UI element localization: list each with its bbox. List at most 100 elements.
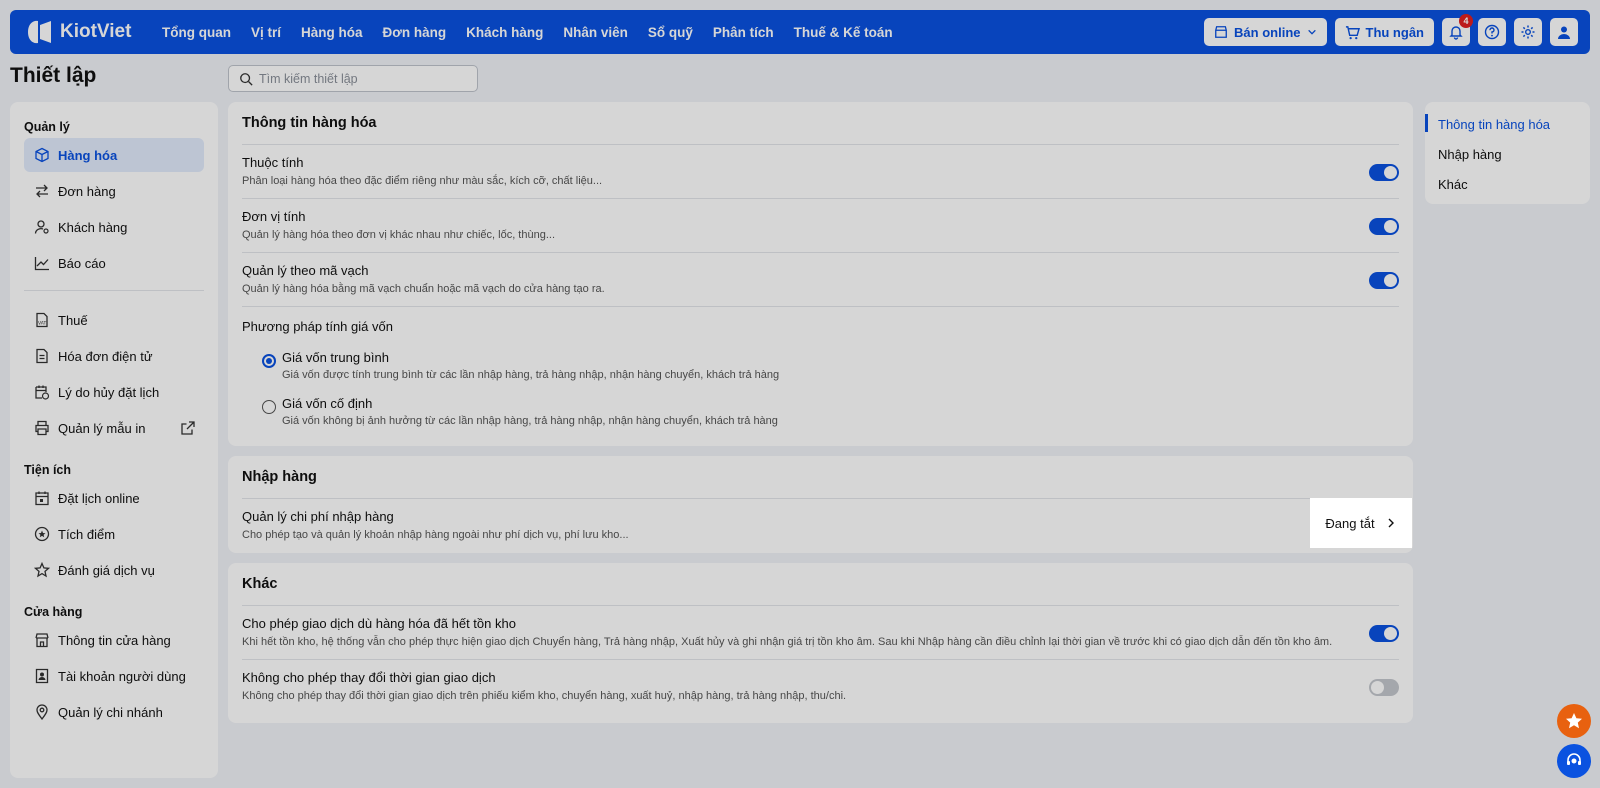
import-card: Nhập hàng Quản lý chi phí nhập hàng Cho … bbox=[228, 456, 1413, 553]
sidebar-item-orders[interactable]: Đơn hàng bbox=[24, 174, 204, 208]
settings-button[interactable] bbox=[1514, 18, 1542, 46]
sidebar-item-service-rating[interactable]: Đánh giá dịch vụ bbox=[24, 553, 204, 587]
cashier-button[interactable]: Thu ngân bbox=[1334, 18, 1434, 46]
sell-online-label: Bán online bbox=[1234, 24, 1301, 40]
setting-title: Cho phép giao dịch dù hàng hóa đã hết tồ… bbox=[242, 616, 516, 631]
other-card: Khác Cho phép giao dịch dù hàng hóa đã h… bbox=[228, 563, 1413, 723]
cashier-label: Thu ngân bbox=[1365, 24, 1425, 40]
settings-sidebar: Quản lý Hàng hóa Đơn hàng Khách hàng Báo… bbox=[10, 102, 218, 778]
settings-search[interactable] bbox=[228, 65, 478, 92]
notification-button[interactable]: 4 bbox=[1442, 14, 1473, 46]
sidebar-item-label: Báo cáo bbox=[58, 255, 106, 271]
chevron-down-icon bbox=[1307, 29, 1316, 35]
points-star-circle-icon bbox=[34, 526, 50, 542]
attributes-toggle[interactable] bbox=[1369, 164, 1399, 181]
section-anchor-nav: Thông tin hàng hóa Nhập hàng Khác bbox=[1425, 102, 1590, 204]
barcode-toggle[interactable] bbox=[1369, 272, 1399, 289]
option-description: Giá vốn được tính trung bình từ các lần … bbox=[282, 369, 780, 381]
sidebar-item-label: Lý do hủy đặt lịch bbox=[58, 384, 160, 400]
sidebar-divider bbox=[24, 290, 204, 291]
sell-online-button[interactable]: Bán online bbox=[1204, 18, 1327, 46]
setting-description: Quản lý hàng hóa theo đơn vị khác nhau n… bbox=[242, 229, 556, 241]
sidebar-heading-management: Quản lý bbox=[24, 120, 70, 134]
kiotviet-logo-icon bbox=[28, 20, 51, 44]
calendar-cancel-icon bbox=[35, 385, 50, 400]
external-link-icon[interactable] bbox=[180, 420, 196, 436]
id-card-icon bbox=[35, 668, 49, 684]
sidebar-item-e-invoice[interactable]: Hóa đơn điện tử bbox=[24, 339, 204, 373]
page-title: Thiết lập bbox=[10, 64, 97, 87]
setting-row-attributes: Thuộc tính Phân loại hàng hóa theo đặc đ… bbox=[242, 145, 1399, 199]
setting-title: Quản lý theo mã vạch bbox=[242, 263, 369, 278]
sidebar-item-print-templates[interactable]: Quản lý mẫu in bbox=[24, 411, 204, 445]
sidebar-item-loyalty-points[interactable]: Tích điểm bbox=[24, 517, 204, 551]
setting-description: Cho phép tạo và quản lý khoản nhập hàng … bbox=[242, 529, 629, 541]
rating-fab[interactable] bbox=[1557, 704, 1591, 738]
main-nav: Tổng quan Vị trí Hàng hóa Đơn hàng Khách… bbox=[162, 25, 913, 40]
sidebar-item-online-booking[interactable]: Đặt lịch online bbox=[24, 481, 204, 515]
search-input[interactable] bbox=[259, 71, 459, 86]
anchor-other[interactable]: Khác bbox=[1425, 174, 1590, 204]
box-icon bbox=[35, 147, 49, 163]
sidebar-item-reports[interactable]: Báo cáo bbox=[24, 246, 204, 280]
units-toggle[interactable] bbox=[1369, 218, 1399, 235]
store-icon bbox=[1215, 26, 1227, 38]
kiotviet-logo[interactable]: KiotViet bbox=[24, 17, 148, 47]
nav-overview[interactable]: Tổng quan bbox=[162, 25, 231, 40]
user-avatar-button[interactable] bbox=[1550, 18, 1578, 46]
setting-title: Đơn vị tính bbox=[242, 209, 306, 224]
setting-row-units: Đơn vị tính Quản lý hàng hóa theo đơn vị… bbox=[242, 199, 1399, 253]
location-pin-icon bbox=[36, 704, 48, 720]
sidebar-item-branches[interactable]: Quản lý chi nhánh bbox=[24, 695, 204, 729]
sidebar-item-user-accounts[interactable]: Tài khoản người dùng bbox=[24, 659, 204, 693]
nav-orders[interactable]: Đơn hàng bbox=[383, 25, 447, 40]
setting-row-negative-stock: Cho phép giao dịch dù hàng hóa đã hết tồ… bbox=[242, 606, 1399, 660]
sidebar-item-products[interactable]: Hàng hóa bbox=[24, 138, 204, 172]
sidebar-item-label: Hàng hóa bbox=[58, 147, 118, 163]
swap-arrows-icon bbox=[36, 184, 48, 198]
cost-method-section: Phương pháp tính giá vốn Giá vốn trung b… bbox=[242, 307, 1399, 446]
setting-description: Không cho phép thay đổi thời gian giao d… bbox=[242, 690, 847, 702]
support-fab[interactable] bbox=[1557, 744, 1591, 778]
chart-line-icon bbox=[34, 257, 49, 271]
help-icon bbox=[1484, 24, 1500, 40]
option-title: Giá vốn cố định bbox=[282, 396, 373, 411]
fixed-cost-radio[interactable] bbox=[262, 400, 276, 414]
cost-option-average[interactable]: Giá vốn trung bình Giá vốn được tính tru… bbox=[242, 346, 1399, 392]
nav-cashbook[interactable]: Sổ quỹ bbox=[648, 25, 693, 40]
help-button[interactable] bbox=[1478, 18, 1506, 46]
sidebar-item-customers[interactable]: Khách hàng bbox=[24, 210, 204, 244]
gear-icon bbox=[1521, 25, 1535, 39]
sidebar-heading-store: Cửa hàng bbox=[24, 605, 83, 619]
nav-staff[interactable]: Nhân viên bbox=[563, 25, 628, 40]
sidebar-item-store-info[interactable]: Thông tin cửa hàng bbox=[24, 623, 204, 657]
sidebar-item-label: Thông tin cửa hàng bbox=[58, 632, 171, 648]
sidebar-heading-utilities: Tiện ích bbox=[24, 463, 72, 477]
nav-analytics[interactable]: Phân tích bbox=[713, 25, 774, 40]
nav-tax-accounting[interactable]: Thuế & Kế toán bbox=[794, 25, 893, 40]
nav-customers[interactable]: Khách hàng bbox=[466, 25, 543, 40]
store-front-icon bbox=[35, 633, 49, 648]
anchor-product-info[interactable]: Thông tin hàng hóa bbox=[1425, 114, 1590, 144]
option-title: Giá vốn trung bình bbox=[282, 350, 389, 365]
lock-transaction-time-toggle[interactable] bbox=[1369, 679, 1399, 696]
sidebar-item-label: Thuế bbox=[58, 312, 88, 328]
settings-content: Thông tin hàng hóa Thuộc tính Phân loại … bbox=[228, 102, 1413, 733]
nav-location[interactable]: Vị trí bbox=[251, 25, 281, 40]
setting-row-import-costs: Quản lý chi phí nhập hàng Cho phép tạo v… bbox=[242, 499, 1399, 553]
anchor-import[interactable]: Nhập hàng bbox=[1425, 144, 1590, 174]
setting-row-lock-transaction-time: Không cho phép thay đổi thời gian giao d… bbox=[242, 660, 1399, 714]
average-cost-radio[interactable] bbox=[262, 354, 276, 368]
sidebar-item-tax[interactable]: VAT Thuế bbox=[24, 303, 204, 337]
nav-products[interactable]: Hàng hóa bbox=[301, 25, 363, 40]
search-icon bbox=[240, 72, 253, 86]
product-info-card: Thông tin hàng hóa Thuộc tính Phân loại … bbox=[228, 102, 1413, 446]
setting-row-barcode: Quản lý theo mã vạch Quản lý hàng hóa bằ… bbox=[242, 253, 1399, 307]
cost-option-fixed[interactable]: Giá vốn cố định Giá vốn không bị ảnh hưở… bbox=[242, 392, 1399, 438]
import-cost-status-button[interactable]: Đang tắt bbox=[1310, 498, 1412, 548]
sidebar-item-cancel-reasons[interactable]: Lý do hủy đặt lịch bbox=[24, 375, 204, 409]
sidebar-item-label: Hóa đơn điện tử bbox=[58, 348, 153, 364]
card-title: Khác bbox=[242, 563, 1399, 606]
printer-icon bbox=[35, 420, 49, 436]
negative-stock-toggle[interactable] bbox=[1369, 625, 1399, 642]
